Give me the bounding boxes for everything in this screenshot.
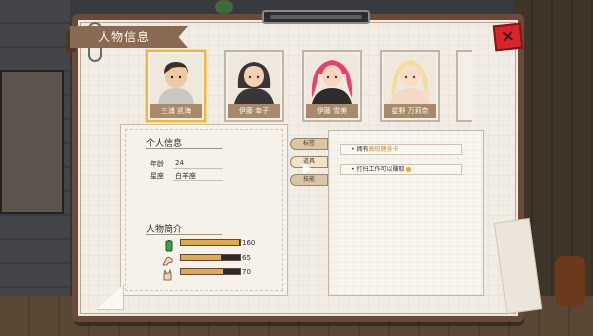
zodiac-label: 星座 — [150, 172, 164, 180]
age-value: 24 — [175, 159, 184, 167]
energy-bar — [180, 239, 241, 246]
strength-value: 65 — [242, 254, 251, 262]
coin-icon — [406, 167, 412, 172]
character-portrait — [306, 54, 358, 104]
background-chair — [555, 256, 585, 306]
background-plant — [215, 0, 233, 14]
character-portrait — [228, 54, 280, 104]
section-divider — [146, 148, 222, 149]
strength-bar — [180, 254, 241, 261]
character-name: 伊藤 雪美 — [306, 104, 358, 118]
energy-value: 160 — [242, 239, 256, 247]
charm-bar-fill — [181, 269, 224, 274]
list-item[interactable]: • 拥有高级健身卡 — [340, 144, 462, 155]
strength-arm-icon — [162, 252, 174, 266]
character-name: 星野 万莉奈 — [384, 104, 436, 118]
character-portrait — [150, 54, 202, 104]
character-name: 伊藤 幸子 — [228, 104, 280, 118]
character-name: 三浦 凯海 — [150, 104, 202, 118]
energy-bar-fill — [181, 240, 239, 245]
window-title: 人物信息 — [98, 30, 151, 44]
section-divider — [146, 234, 222, 235]
age-label: 年龄 — [150, 160, 164, 168]
close-icon: ✕ — [500, 26, 516, 47]
charm-value: 70 — [242, 268, 251, 276]
rock-hand-icon — [162, 266, 174, 281]
close-button[interactable]: ✕ — [492, 22, 524, 52]
background-door — [0, 70, 64, 214]
battery-icon — [163, 237, 175, 252]
strength-bar-fill — [181, 255, 221, 260]
list-item[interactable]: • 打扫工作可以赚取 — [340, 164, 462, 175]
character-portrait — [384, 54, 436, 104]
character-card-2[interactable]: 伊藤 幸子 — [224, 50, 284, 122]
tab-tags[interactable]: 标签 — [290, 138, 328, 150]
character-card-4[interactable]: 星野 万莉奈 — [380, 50, 440, 122]
charm-bar — [180, 268, 241, 275]
character-card-1[interactable]: 三浦 凯海 — [146, 50, 206, 122]
clipboard-handle — [262, 10, 370, 24]
character-card-3[interactable]: 伊藤 雪美 — [302, 50, 362, 122]
tab-skills[interactable]: 技能 — [290, 174, 328, 186]
character-card-partial[interactable] — [456, 50, 472, 122]
